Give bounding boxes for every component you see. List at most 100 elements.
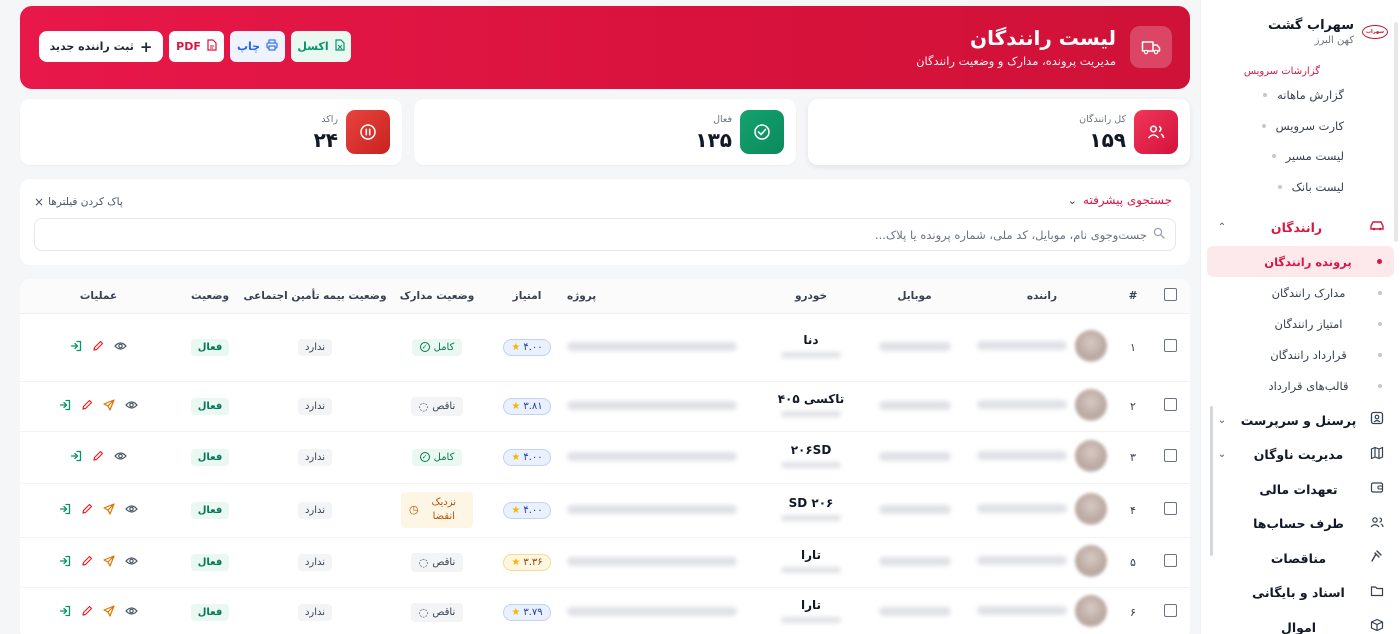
sidebar-item-archive[interactable]: اسناد و بایگانی xyxy=(1207,576,1394,611)
login-icon[interactable] xyxy=(59,503,71,518)
clear-filters-button[interactable]: × پاک کردن فیلترها xyxy=(34,195,123,209)
driver-cell[interactable] xyxy=(968,431,1116,484)
score-value: ۴.۰۰ xyxy=(523,341,543,353)
sidebar-item-tenders[interactable]: مناقصات xyxy=(1207,541,1394,576)
search-input[interactable] xyxy=(45,227,1147,242)
login-icon[interactable] xyxy=(70,450,82,465)
login-icon[interactable] xyxy=(59,605,71,620)
sidebar-item-financial[interactable]: تعهدات مالی xyxy=(1207,472,1394,507)
edit-icon[interactable] xyxy=(81,555,93,570)
excel-button[interactable]: اکسل xyxy=(291,31,351,62)
main-scrollbar[interactable] xyxy=(1210,406,1213,556)
column-header-score[interactable]: امتیاز xyxy=(487,279,567,314)
select-all-checkbox[interactable] xyxy=(1163,287,1177,301)
stat-label: راکد xyxy=(321,114,338,125)
bullet-icon xyxy=(1261,123,1266,128)
eye-icon[interactable] xyxy=(125,503,138,518)
column-header-project[interactable]: پروژه xyxy=(567,279,761,314)
insurance-cell: ندارد xyxy=(243,313,387,382)
column-header-mobile[interactable]: موبایل xyxy=(861,279,968,314)
section-label-reports: گزارشات سرویس xyxy=(1243,66,1320,77)
edit-icon[interactable] xyxy=(92,340,104,355)
pdf-button[interactable]: PDF xyxy=(169,31,224,62)
eye-icon[interactable] xyxy=(125,555,138,570)
sidebar: سهراب سهراب گشت کهن البرز گزارشات سرویس … xyxy=(1200,0,1400,634)
new-driver-button[interactable]: + ثبت راننده جدید xyxy=(39,31,163,62)
sidebar-item-driver-scores[interactable]: امتیاز رانندگان xyxy=(1207,308,1394,339)
table-row[interactable]: ۳ ۲۰۶SD ۴.۰۰ ★ کامل ✓ ندارد فعال xyxy=(20,431,1190,484)
plate-redacted xyxy=(781,617,841,623)
table-row[interactable]: ۵ تارا ۳.۳۶ ★ ناقص ◌ ندارد فعال xyxy=(20,537,1190,588)
row-checkbox[interactable] xyxy=(1163,554,1177,567)
login-icon[interactable] xyxy=(59,555,71,570)
table-row[interactable]: ۱ دنا ۴.۰۰ ★ کامل ✓ ندارد فعال xyxy=(20,313,1190,382)
brand[interactable]: سهراب سهراب گشت کهن البرز xyxy=(1201,0,1400,50)
chevron-down-icon: ⌄ xyxy=(1067,193,1078,207)
advanced-search-toggle[interactable]: جستجوی پیشرفته ⌄ xyxy=(1068,193,1172,207)
driver-cell[interactable] xyxy=(968,483,1116,538)
sidebar-item-driver-contracts[interactable]: قرارداد رانندگان xyxy=(1207,339,1394,370)
avatar xyxy=(1075,388,1107,421)
sidebar-item-driver-documents[interactable]: مدارک رانندگان xyxy=(1207,277,1394,308)
driver-cell[interactable] xyxy=(968,587,1116,634)
sidebar-item-contract-templates[interactable]: قالب‌های قرارداد xyxy=(1207,370,1394,401)
row-actions xyxy=(59,604,138,620)
login-icon[interactable] xyxy=(59,399,71,414)
column-header-vehicle[interactable]: خودرو xyxy=(761,279,861,314)
sidebar-item-driver-files[interactable]: پرونده رانندگان xyxy=(1207,246,1394,277)
login-icon[interactable] xyxy=(70,340,82,355)
send-icon[interactable] xyxy=(103,604,115,620)
column-header-driver[interactable]: راننده xyxy=(968,279,1116,314)
column-header-insurance[interactable]: وضعیت بیمه تأمین اجتماعی xyxy=(243,279,387,314)
column-header-documents[interactable]: وضعیت مدارک xyxy=(387,279,487,314)
edit-icon[interactable] xyxy=(81,605,93,620)
send-icon[interactable] xyxy=(103,502,115,518)
score-cell: ۴.۰۰ ★ xyxy=(487,483,567,538)
row-checkbox[interactable] xyxy=(1163,339,1177,352)
file-excel-icon xyxy=(334,39,345,54)
table-row[interactable]: ۲ تاکسی ۴۰۵ ۳.۸۱ ★ ناقص ◌ ندارد فعال xyxy=(20,381,1190,432)
send-icon[interactable] xyxy=(103,398,115,414)
project-redacted xyxy=(567,556,737,566)
row-select-cell xyxy=(1150,381,1190,432)
sidebar-item-monthly-report[interactable]: گزارش ماهانه xyxy=(1201,80,1344,111)
edit-icon[interactable] xyxy=(81,399,93,414)
edit-icon[interactable] xyxy=(81,503,93,518)
table-row[interactable]: ۴ SD ۲۰۶ ۴.۰۰ ★ نزدیک انقضا ◷ ندارد فعال xyxy=(20,483,1190,538)
column-header-status[interactable]: وضعیت xyxy=(177,279,243,314)
send-icon[interactable] xyxy=(103,554,115,570)
stat-card-active: فعال ۱۳۵ xyxy=(414,99,796,165)
eye-icon[interactable] xyxy=(114,450,127,465)
row-checkbox[interactable] xyxy=(1163,398,1177,411)
sidebar-item-assets[interactable]: اموال xyxy=(1207,610,1394,634)
sidebar-item-bank-list[interactable]: لیست بانک xyxy=(1201,172,1344,203)
driver-cell[interactable] xyxy=(968,537,1116,588)
sidebar-item-label: لیست بانک xyxy=(1291,179,1344,194)
sidebar-scrollbar[interactable] xyxy=(1394,22,1398,242)
sidebar-item-service-card[interactable]: کارت سرویس xyxy=(1201,111,1344,142)
row-checkbox[interactable] xyxy=(1163,604,1177,617)
table-row[interactable]: ۶ تارا ۳.۷۹ ★ ناقص ◌ ندارد فعال xyxy=(20,587,1190,634)
vehicle-cell: تارا xyxy=(761,587,861,634)
print-button[interactable]: چاپ xyxy=(230,31,285,62)
avatar xyxy=(1075,492,1107,525)
avatar xyxy=(1075,329,1107,362)
eye-icon[interactable] xyxy=(114,340,127,355)
sidebar-item-route-list[interactable]: لیست مسیر xyxy=(1201,141,1344,172)
sidebar-item-fleet[interactable]: مدیریت ناوگان ⌄ xyxy=(1207,438,1394,473)
score-badge: ۴.۰۰ ★ xyxy=(503,338,551,356)
edit-icon[interactable] xyxy=(92,450,104,465)
sidebar-group-drivers[interactable]: رانندگان ⌃ xyxy=(1207,208,1394,246)
sidebar-item-label: تعهدات مالی xyxy=(1259,481,1338,497)
row-checkbox[interactable] xyxy=(1163,502,1177,515)
driver-cell[interactable] xyxy=(968,381,1116,432)
column-header-number[interactable]: # xyxy=(1116,279,1150,314)
sidebar-item-personnel[interactable]: پرسنل و سرپرست ⌄ xyxy=(1207,403,1394,438)
eye-icon[interactable] xyxy=(125,605,138,620)
sidebar-item-counterparties[interactable]: طرف حساب‌ها xyxy=(1207,507,1394,542)
row-checkbox[interactable] xyxy=(1163,449,1177,462)
eye-icon[interactable] xyxy=(125,399,138,414)
documents-cell: ناقص ◌ xyxy=(387,537,487,588)
driver-cell[interactable] xyxy=(968,313,1116,382)
bullet-icon xyxy=(1271,154,1276,159)
